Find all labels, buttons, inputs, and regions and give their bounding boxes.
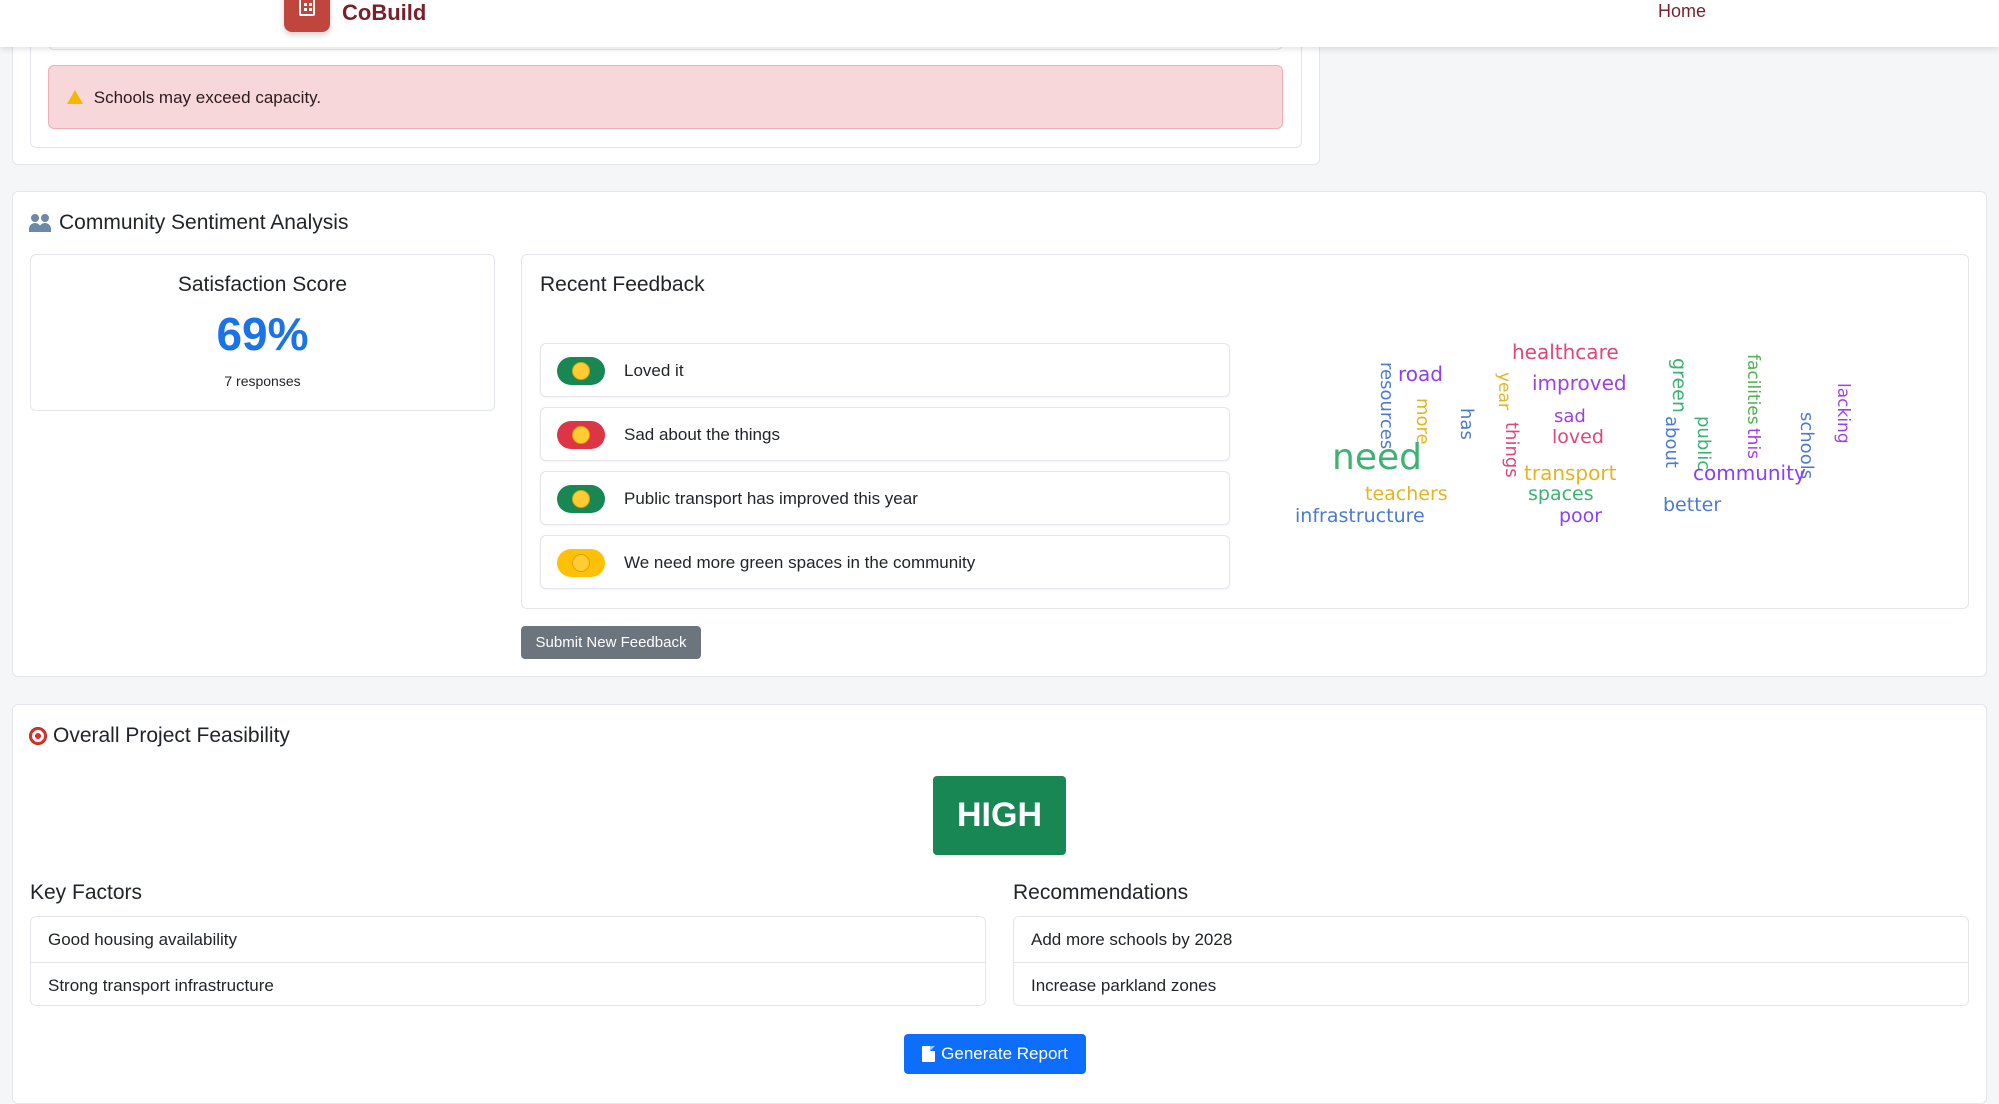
- word-cloud-word: improved: [1532, 371, 1627, 395]
- word-cloud-word: loved: [1552, 426, 1604, 448]
- heart-eyes-emoji-icon: [572, 490, 590, 508]
- response-count: 7 responses: [224, 373, 301, 389]
- sentiment-badge: [557, 549, 605, 577]
- word-cloud-word: sad: [1554, 406, 1586, 427]
- key-factor-item: Good housing availability: [48, 930, 238, 949]
- word-cloud-word: spaces: [1528, 483, 1594, 505]
- neutral-emoji-icon: [572, 554, 590, 572]
- feedback-item: Sad about the things: [540, 407, 1230, 461]
- word-cloud-word: infrastructure: [1295, 505, 1425, 527]
- word-cloud-word: teachers: [1365, 483, 1448, 505]
- key-factors-list: Good housing availability Strong transpo…: [30, 916, 986, 1006]
- generate-report-button[interactable]: Generate Report: [904, 1034, 1086, 1074]
- top-navbar: CoBuild Home: [0, 0, 1999, 47]
- nav-home-link[interactable]: Home: [1658, 1, 1706, 22]
- feedback-text: Sad about the things: [624, 425, 780, 444]
- feedback-text: Loved it: [624, 361, 684, 380]
- word-cloud-word: lacking: [1833, 383, 1853, 444]
- key-factor-item: Strong transport infrastructure: [31, 962, 985, 1007]
- generate-report-label: Generate Report: [941, 1044, 1068, 1063]
- brand-name[interactable]: CoBuild: [342, 0, 426, 26]
- feedback-text: Public transport has improved this year: [624, 489, 918, 508]
- key-factors-title: Key Factors: [30, 881, 143, 904]
- feedback-text: We need more green spaces in the communi…: [624, 553, 976, 572]
- feasibility-level-badge: HIGH: [933, 776, 1066, 855]
- word-cloud-word: year: [1494, 372, 1514, 410]
- word-cloud-word: facilities: [1743, 354, 1763, 425]
- recommendations-title: Recommendations: [1013, 881, 1189, 904]
- score-title: Satisfaction Score: [177, 273, 348, 296]
- feedback-title: Recent Feedback: [540, 273, 705, 296]
- feedback-item: Loved it: [540, 343, 1230, 397]
- word-cloud: healthcare road resources year improved …: [1280, 330, 1900, 550]
- warning-icon: [67, 90, 83, 104]
- sentiment-badge: [557, 485, 605, 513]
- word-cloud-word: community: [1693, 461, 1806, 485]
- word-cloud-word: transport: [1524, 461, 1617, 485]
- word-cloud-word: poor: [1559, 505, 1603, 527]
- alert-text: Schools may exceed capacity.: [93, 88, 322, 107]
- feedback-item: We need more green spaces in the communi…: [540, 535, 1230, 589]
- sentiment-badge: [557, 421, 605, 449]
- feasibility-title: Overall Project Feasibility: [29, 724, 290, 748]
- feedback-item: Public transport has improved this year: [540, 471, 1230, 525]
- word-cloud-word: this: [1743, 428, 1763, 460]
- sad-emoji-icon: [572, 426, 590, 444]
- building-logo-icon[interactable]: [284, 0, 330, 32]
- sentiment-badge: [557, 357, 605, 385]
- word-cloud-word: healthcare: [1512, 340, 1619, 364]
- heart-eyes-emoji-icon: [572, 362, 590, 380]
- word-cloud-word: better: [1663, 494, 1722, 516]
- word-cloud-word: need: [1332, 437, 1422, 478]
- target-icon: [29, 727, 47, 745]
- people-icon: [29, 214, 53, 232]
- word-cloud-word: green: [1668, 358, 1690, 413]
- document-icon: [922, 1046, 936, 1062]
- recommendation-item: Increase parkland zones: [1014, 962, 1968, 1007]
- word-cloud-word: about: [1661, 416, 1682, 468]
- score-value: 69%: [216, 308, 309, 360]
- sentiment-title: Community Sentiment Analysis: [29, 211, 348, 235]
- recommendation-item: Add more schools by 2028: [1031, 930, 1233, 949]
- satisfaction-score-card: Satisfaction Score 69% 7 responses: [30, 254, 495, 411]
- capacity-alert: Schools may exceed capacity.: [48, 65, 1283, 129]
- word-cloud-word: has: [1456, 408, 1477, 440]
- submit-feedback-button[interactable]: Submit New Feedback: [521, 626, 701, 659]
- word-cloud-word: road: [1398, 362, 1443, 386]
- word-cloud-word: things: [1501, 422, 1522, 478]
- recommendations-list: Add more schools by 2028 Increase parkla…: [1013, 916, 1969, 1006]
